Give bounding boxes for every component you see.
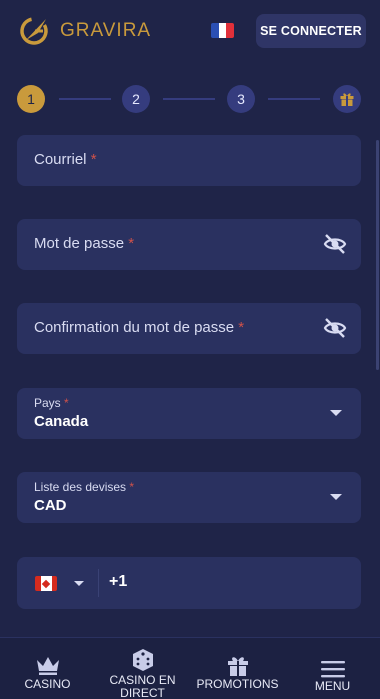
chevron-down-icon [330, 410, 342, 416]
step-connector [59, 98, 111, 100]
nav-item-live-casino[interactable]: CASINO EN DIRECT [95, 638, 190, 699]
email-field[interactable]: Courriel * [17, 135, 361, 186]
step-connector [163, 98, 215, 100]
phone-field[interactable]: +1 [17, 557, 361, 609]
canada-flag-icon[interactable] [35, 576, 57, 591]
hamburger-icon [320, 661, 345, 678]
phone-country-code: +1 [109, 573, 128, 590]
eye-off-icon[interactable] [323, 317, 347, 339]
chevron-down-icon[interactable] [74, 581, 84, 586]
password-confirm-label: Confirmation du mot de passe * [34, 319, 244, 336]
password-label: Mot de passe * [34, 235, 134, 252]
gravira-logo-icon [20, 17, 48, 45]
step-2: 2 [122, 85, 150, 113]
country-value: Canada [34, 413, 89, 430]
required-mark: * [238, 319, 245, 336]
crown-icon [36, 657, 59, 675]
gift-icon [227, 657, 248, 676]
country-select[interactable]: Pays * Canada [17, 388, 361, 439]
currency-label-text: Liste des devises [34, 480, 127, 494]
country-label: Pays * [34, 396, 69, 410]
currency-select[interactable]: Liste des devises * CAD [17, 472, 361, 523]
eye-off-icon[interactable] [323, 233, 347, 255]
nav-label: CASINO EN DIRECT [109, 673, 176, 699]
password-confirm-label-text: Confirmation du mot de passe [34, 319, 235, 336]
bottom-nav: CASINO CASINO EN DIRECT PROMOTIONS MENU [0, 637, 380, 699]
currency-value: CAD [34, 497, 67, 514]
currency-label: Liste des devises * [34, 480, 134, 494]
step-connector [268, 98, 320, 100]
scrollbar[interactable] [376, 140, 379, 370]
divider [98, 569, 99, 597]
login-button[interactable]: SE CONNECTER [256, 14, 366, 48]
required-mark: * [128, 235, 135, 252]
nav-label: MENU [314, 679, 351, 693]
password-label-text: Mot de passe [34, 235, 125, 252]
required-mark: * [129, 480, 135, 494]
registration-stepper: 1 2 3 [17, 85, 362, 113]
country-label-text: Pays [34, 396, 61, 410]
email-label-text: Courriel [34, 151, 87, 168]
email-label: Courriel * [34, 151, 97, 168]
step-3: 3 [227, 85, 255, 113]
nav-label: CASINO [24, 677, 71, 691]
gift-icon [340, 93, 354, 106]
nav-item-menu[interactable]: MENU [285, 638, 380, 699]
nav-label: PROMOTIONS [196, 677, 279, 691]
language-flag-fr-icon[interactable] [211, 23, 234, 38]
nav-item-promotions[interactable]: PROMOTIONS [190, 638, 285, 699]
step-bonus [333, 85, 361, 113]
brand-name: GRAVIRA [60, 20, 152, 41]
brand-logo[interactable]: GRAVIRA [16, 13, 151, 49]
dice-icon [132, 649, 153, 671]
required-mark: * [64, 396, 69, 410]
password-field[interactable]: Mot de passe * [17, 219, 361, 270]
step-1: 1 [17, 85, 45, 113]
nav-item-casino[interactable]: CASINO [0, 638, 95, 699]
required-mark: * [90, 151, 97, 168]
password-confirm-field[interactable]: Confirmation du mot de passe * [17, 303, 361, 354]
chevron-down-icon [330, 494, 342, 500]
